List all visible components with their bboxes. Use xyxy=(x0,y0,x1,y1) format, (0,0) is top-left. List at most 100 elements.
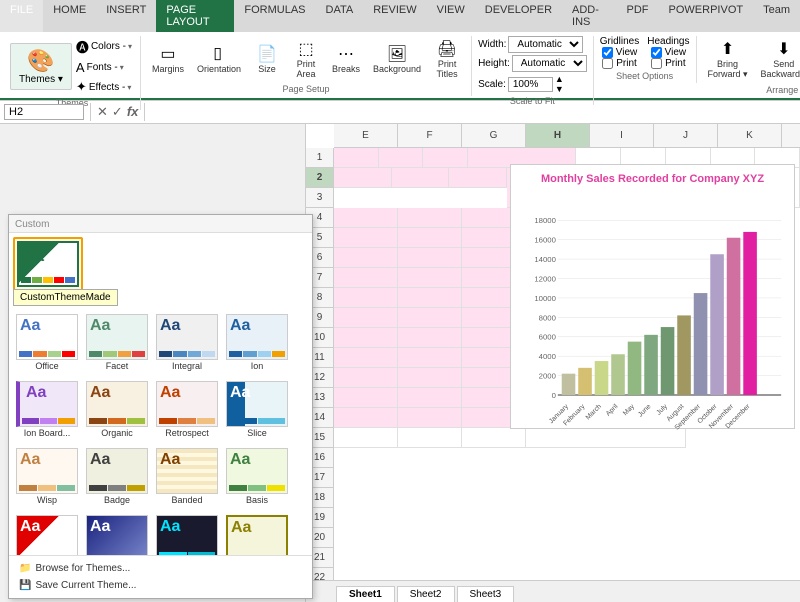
headings-view-check[interactable] xyxy=(651,47,662,58)
save-theme-button[interactable]: 💾 Save Current Theme... xyxy=(15,577,306,594)
tab-team[interactable]: Team xyxy=(753,0,800,32)
cancel-formula-icon[interactable]: ✕ xyxy=(97,104,108,120)
orientation-icon: ▭ xyxy=(209,46,229,61)
colors-icon: 🅐 xyxy=(76,37,89,56)
badge-colors xyxy=(89,485,145,491)
name-box[interactable] xyxy=(4,104,84,120)
theme-item-ionboard[interactable]: Aa Ion Board... xyxy=(13,377,81,442)
tab-review[interactable]: REVIEW xyxy=(363,0,426,32)
tab-data[interactable]: DATA xyxy=(316,0,364,32)
tab-insert[interactable]: INSERT xyxy=(96,0,156,32)
cell-f13[interactable] xyxy=(398,408,462,428)
scale-spinner[interactable]: ▲▼ xyxy=(555,74,564,94)
fonts-label: Fonts - xyxy=(87,62,118,73)
theme-item-retrospect[interactable]: Aa Retrospect xyxy=(153,377,221,442)
theme-item-office[interactable]: Aa Office xyxy=(13,310,81,375)
cell-e9[interactable] xyxy=(334,328,398,348)
cell-f3[interactable] xyxy=(398,208,462,228)
tab-developer[interactable]: DEVELOPER xyxy=(475,0,562,32)
tab-page-layout[interactable]: PAGE LAYOUT xyxy=(156,0,234,32)
sheet-tab-2[interactable]: Sheet2 xyxy=(397,586,455,602)
custom-section-label: Custom xyxy=(9,215,312,233)
cell-e13[interactable] xyxy=(334,408,398,428)
theme-item-integral[interactable]: Aa Integral xyxy=(153,310,221,375)
ribbon-tabs: FILE HOME INSERT PAGE LAYOUT FORMULAS DA… xyxy=(0,0,800,32)
cell-g14[interactable] xyxy=(462,428,526,448)
cell-f2[interactable] xyxy=(392,168,450,188)
height-dropdown[interactable]: Automatic xyxy=(512,55,587,72)
bring-forward-button[interactable]: ⬆ BringForward ▾ xyxy=(703,36,753,83)
cell-e10[interactable] xyxy=(334,348,398,368)
cell-e11[interactable] xyxy=(334,368,398,388)
send-backward-button[interactable]: ⬇ SendBackward ▾ xyxy=(756,36,800,83)
themes-button[interactable]: 🎨 Themes ▾ xyxy=(10,43,72,90)
colors-button[interactable]: 🅐 Colors - ▾ xyxy=(74,36,134,57)
theme-panel-scroll[interactable]: Custom Aa xyxy=(9,215,312,555)
cell-e14[interactable] xyxy=(334,428,398,448)
cell-f11[interactable] xyxy=(398,368,462,388)
theme-item-ion[interactable]: Aa Ion xyxy=(223,310,291,375)
cell-g1[interactable] xyxy=(423,148,468,168)
confirm-formula-icon[interactable]: ✓ xyxy=(112,104,123,120)
theme-item-basis[interactable]: Aa Basis xyxy=(223,444,291,509)
orientation-button[interactable]: ▭ Orientation xyxy=(192,41,246,77)
theme-item-wisp[interactable]: Aa Wisp xyxy=(13,444,81,509)
scale-input[interactable] xyxy=(508,77,553,92)
cell-e3[interactable] xyxy=(334,208,398,228)
print-titles-button[interactable]: 🖨 PrintTitles xyxy=(429,36,465,82)
cell-f10[interactable] xyxy=(398,348,462,368)
sheet-tab-1[interactable]: Sheet1 xyxy=(336,586,395,602)
tab-file[interactable]: FILE xyxy=(0,0,43,32)
size-button[interactable]: 📄 Size xyxy=(249,41,285,77)
breaks-button[interactable]: ⋯ Breaks xyxy=(327,41,365,77)
cell-e2[interactable] xyxy=(334,168,392,188)
cell-f7[interactable] xyxy=(398,288,462,308)
tab-home[interactable]: HOME xyxy=(43,0,96,32)
cell-e6[interactable] xyxy=(334,268,398,288)
fonts-button[interactable]: A Fonts - ▾ xyxy=(74,59,134,76)
gridlines-view-check[interactable] xyxy=(602,47,613,58)
background-button[interactable]: 🖼 Background xyxy=(368,41,426,77)
formula-input[interactable]: COMPANY XYZ xyxy=(151,105,796,119)
cell-e8[interactable] xyxy=(334,308,398,328)
theme-item-banded[interactable]: Aa Banded xyxy=(153,444,221,509)
insert-function-icon[interactable]: fx xyxy=(127,104,139,120)
cell-f8[interactable] xyxy=(398,308,462,328)
cell-f5[interactable] xyxy=(398,248,462,268)
theme-name-office: Office xyxy=(35,361,58,371)
sheet-tab-3[interactable]: Sheet3 xyxy=(457,586,515,602)
theme-item-berlin[interactable]: Aa Berlin xyxy=(13,511,81,555)
theme-item-crop[interactable]: Aa Crop xyxy=(223,511,291,555)
theme-item-slice[interactable]: Aa Slice xyxy=(223,377,291,442)
cell-f12[interactable] xyxy=(398,388,462,408)
cell-e5[interactable] xyxy=(334,248,398,268)
cell-g2[interactable] xyxy=(449,168,507,188)
cell-e12[interactable] xyxy=(334,388,398,408)
margins-button[interactable]: ▭ Margins xyxy=(147,41,189,77)
browse-themes-button[interactable]: 📁 Browse for Themes... xyxy=(15,560,306,577)
theme-item-badge[interactable]: Aa Badge xyxy=(83,444,151,509)
cell-e1[interactable] xyxy=(334,148,379,168)
tab-powerpivot[interactable]: POWERPIVOT xyxy=(659,0,754,32)
tab-addins[interactable]: ADD-INS xyxy=(562,0,617,32)
cell-f1[interactable] xyxy=(379,148,424,168)
cell-f4[interactable] xyxy=(398,228,462,248)
cell-f9[interactable] xyxy=(398,328,462,348)
effects-button[interactable]: ✦ Effects - ▾ xyxy=(74,78,134,96)
print-area-button[interactable]: ⬚ PrintArea xyxy=(288,36,324,82)
cell-e4[interactable] xyxy=(334,228,398,248)
cell-f6[interactable] xyxy=(398,268,462,288)
tab-pdf[interactable]: PDF xyxy=(617,0,659,32)
tab-view[interactable]: VIEW xyxy=(427,0,475,32)
headings-print-check[interactable] xyxy=(651,58,662,69)
theme-item-celestial[interactable]: Aa Celestial xyxy=(83,511,151,555)
gridlines-print-check[interactable] xyxy=(602,58,613,69)
tab-formulas[interactable]: FORMULAS xyxy=(234,0,315,32)
cell-f14[interactable] xyxy=(398,428,462,448)
theme-item-circuit[interactable]: Aa Circuit xyxy=(153,511,221,555)
custom-theme-item[interactable]: Aa CustomThe... xyxy=(13,237,83,302)
theme-item-organic[interactable]: Aa Organic xyxy=(83,377,151,442)
width-dropdown[interactable]: Automatic xyxy=(508,36,583,53)
theme-item-facet[interactable]: Aa Facet xyxy=(83,310,151,375)
cell-e7[interactable] xyxy=(334,288,398,308)
